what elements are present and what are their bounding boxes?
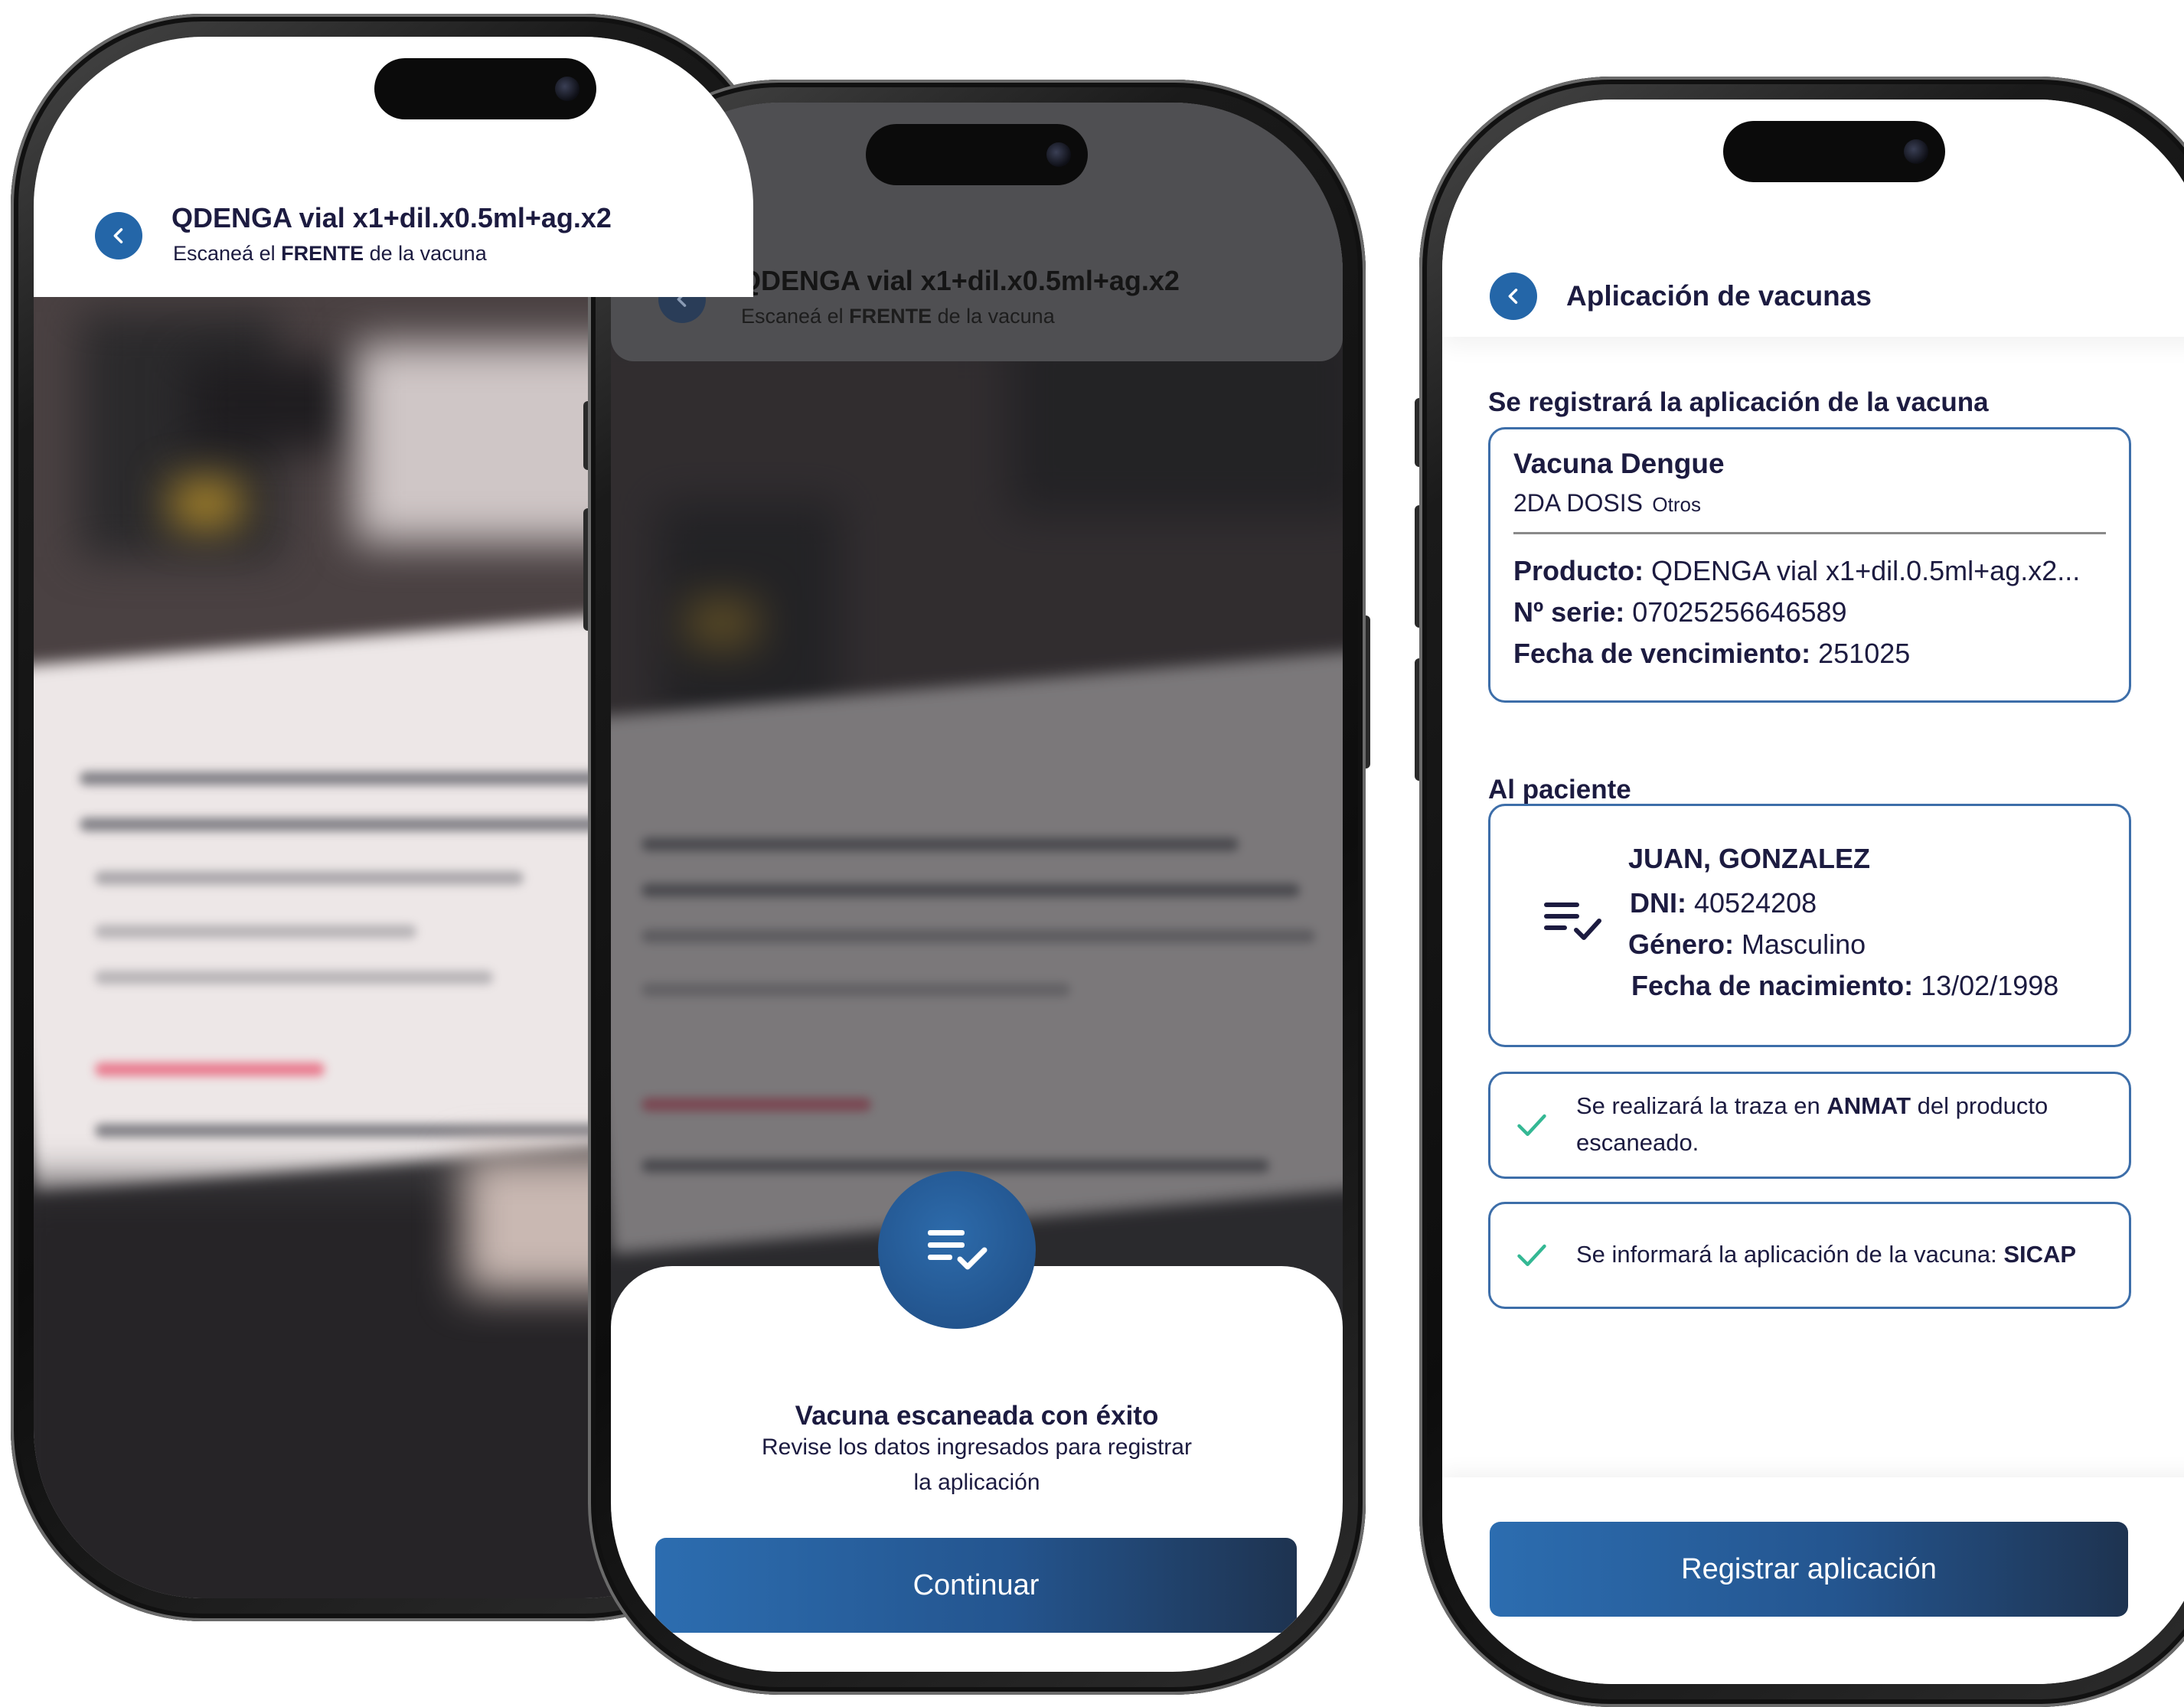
vaccine-divider	[1513, 532, 2106, 534]
back-button[interactable]	[95, 212, 142, 259]
dynamic-island	[374, 58, 596, 119]
dynamic-island	[866, 124, 1088, 185]
success-message-line1: Revise los datos ingresados para registr…	[762, 1434, 1192, 1460]
dni-row: DNI: 40524208	[1630, 887, 1817, 919]
back-button[interactable]	[1490, 273, 1537, 320]
patient-name: JUAN, GONZALEZ	[1628, 843, 1871, 874]
product-row: Producto: QDENGA vial x1+dil.0.5ml+ag.x2…	[1513, 555, 2081, 586]
success-badge	[878, 1171, 1036, 1329]
gender-row: Género: Masculino	[1628, 929, 1866, 960]
check-icon	[1517, 1244, 1546, 1267]
vaccine-card: Vacuna Dengue 2DA DOSIS Otros Producto: …	[1488, 427, 2131, 703]
list-check-icon	[1544, 902, 1601, 940]
patient-card: JUAN, GONZALEZ DNI: 40524208 Género: Mas…	[1488, 804, 2131, 1047]
chevron-left-icon	[1508, 289, 1518, 304]
dynamic-island	[1723, 121, 1945, 182]
success-message-line2: la aplicación	[913, 1470, 1040, 1495]
continue-button[interactable]: Continuar	[655, 1538, 1297, 1633]
dose-tag: Otros	[1652, 493, 1701, 516]
chevron-left-icon	[113, 228, 123, 243]
notice-anmat-line2: escaneado.	[1576, 1129, 1699, 1156]
notice-sicap-text: Se informará la aplicación de la vacuna:…	[1576, 1241, 2077, 1268]
scan-title: QDENGA vial x1+dil.x0.5ml+ag.x2	[739, 265, 1180, 296]
register-button[interactable]: Registrar aplicación	[1490, 1522, 2128, 1617]
phone-success: QDENGA vial x1+dil.x0.5ml+ag.x2 Escaneá …	[583, 80, 1370, 1695]
phone-confirm: Aplicación de vacunas Se registrará la a…	[1415, 77, 2184, 1707]
scan-title: QDENGA vial x1+dil.x0.5ml+ag.x2	[171, 202, 612, 233]
success-title: Vacuna escaneada con éxito	[795, 1401, 1159, 1431]
vaccine-dose: 2DA DOSIS Otros	[1513, 489, 1701, 517]
section-vaccine-heading: Se registrará la aplicación de la vacuna	[1488, 387, 1989, 417]
screen-success: QDENGA vial x1+dil.x0.5ml+ag.x2 Escaneá …	[611, 103, 1343, 1672]
serial-row: Nº serie: 07025256646589	[1513, 596, 1847, 628]
notice-anmat-line1: Se realizará la traza en ANMAT del produ…	[1576, 1092, 2049, 1119]
notice-anmat: Se realizará la traza en ANMAT del produ…	[1488, 1072, 2131, 1179]
check-icon	[1517, 1114, 1546, 1137]
vaccine-name: Vacuna Dengue	[1513, 448, 1725, 479]
screen-confirm: Aplicación de vacunas Se registrará la a…	[1442, 100, 2184, 1684]
confirm-title: Aplicación de vacunas	[1566, 280, 1872, 312]
expiry-row: Fecha de vencimiento: 251025	[1513, 638, 1911, 669]
notice-sicap: Se informará la aplicación de la vacuna:…	[1488, 1202, 2131, 1309]
birth-row: Fecha de nacimiento: 13/02/1998	[1631, 970, 2059, 1001]
scan-subtitle: Escaneá el FRENTE de la vacuna	[173, 242, 487, 265]
section-patient-heading: Al paciente	[1488, 775, 1631, 805]
dose-label: 2DA DOSIS	[1513, 489, 1643, 517]
scan-subtitle: Escaneá el FRENTE de la vacuna	[741, 305, 1055, 328]
success-sheet: Vacuna escaneada con éxito Revise los da…	[611, 1171, 1343, 1672]
list-check-icon	[928, 1230, 988, 1270]
